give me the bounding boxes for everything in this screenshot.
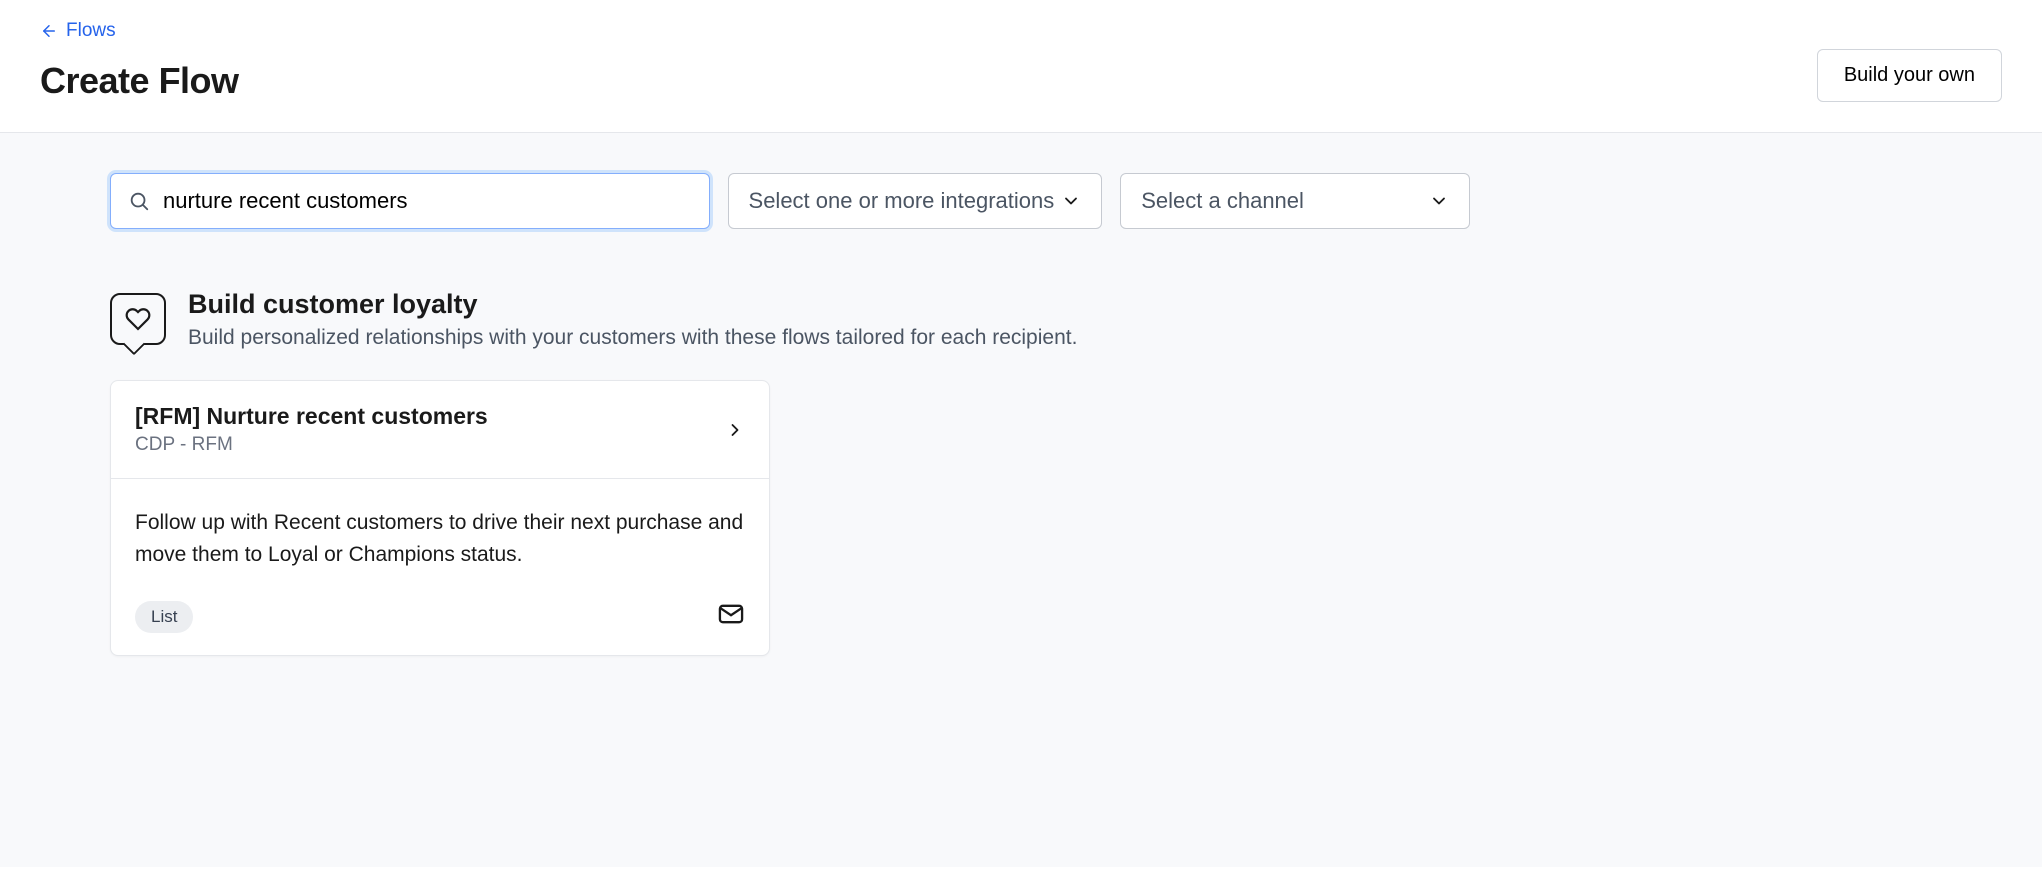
search-wrapper [110,173,710,229]
chevron-right-icon [725,420,745,440]
chevron-down-icon [1429,191,1449,211]
flow-card-subtitle: CDP - RFM [135,434,488,456]
flow-card-body: Follow up with Recent customers to drive… [111,479,769,655]
channel-placeholder: Select a channel [1141,188,1304,214]
breadcrumb-label: Flows [66,20,116,42]
content-area: Select one or more integrations Select a… [0,133,2042,867]
mail-icon [717,600,745,633]
flow-card: [RFM] Nurture recent customers CDP - RFM… [110,380,770,656]
build-your-own-button[interactable]: Build your own [1817,49,2002,102]
integrations-select[interactable]: Select one or more integrations [728,173,1103,229]
search-icon [128,190,150,212]
page-header: Flows Create Flow Build your own [0,0,2042,133]
flow-card-header[interactable]: [RFM] Nurture recent customers CDP - RFM [111,381,769,479]
filter-row: Select one or more integrations Select a… [110,173,1470,229]
channel-select[interactable]: Select a channel [1120,173,1470,229]
flow-card-title: [RFM] Nurture recent customers [135,403,488,430]
heart-icon [125,306,151,332]
integrations-placeholder: Select one or more integrations [749,188,1055,214]
loyalty-icon [110,293,166,345]
flow-card-description: Follow up with Recent customers to drive… [135,507,745,570]
section-title: Build customer loyalty [188,289,1077,320]
section-description: Build personalized relationships with yo… [188,326,1077,350]
flow-card-tag: List [135,601,193,633]
search-input[interactable] [110,173,710,229]
breadcrumb-flows[interactable]: Flows [40,20,116,42]
page-title: Create Flow [40,60,239,102]
section-header: Build customer loyalty Build personalize… [110,289,1470,350]
chevron-down-icon [1061,191,1081,211]
flow-card-footer: List [135,600,745,633]
arrow-left-icon [40,22,58,40]
